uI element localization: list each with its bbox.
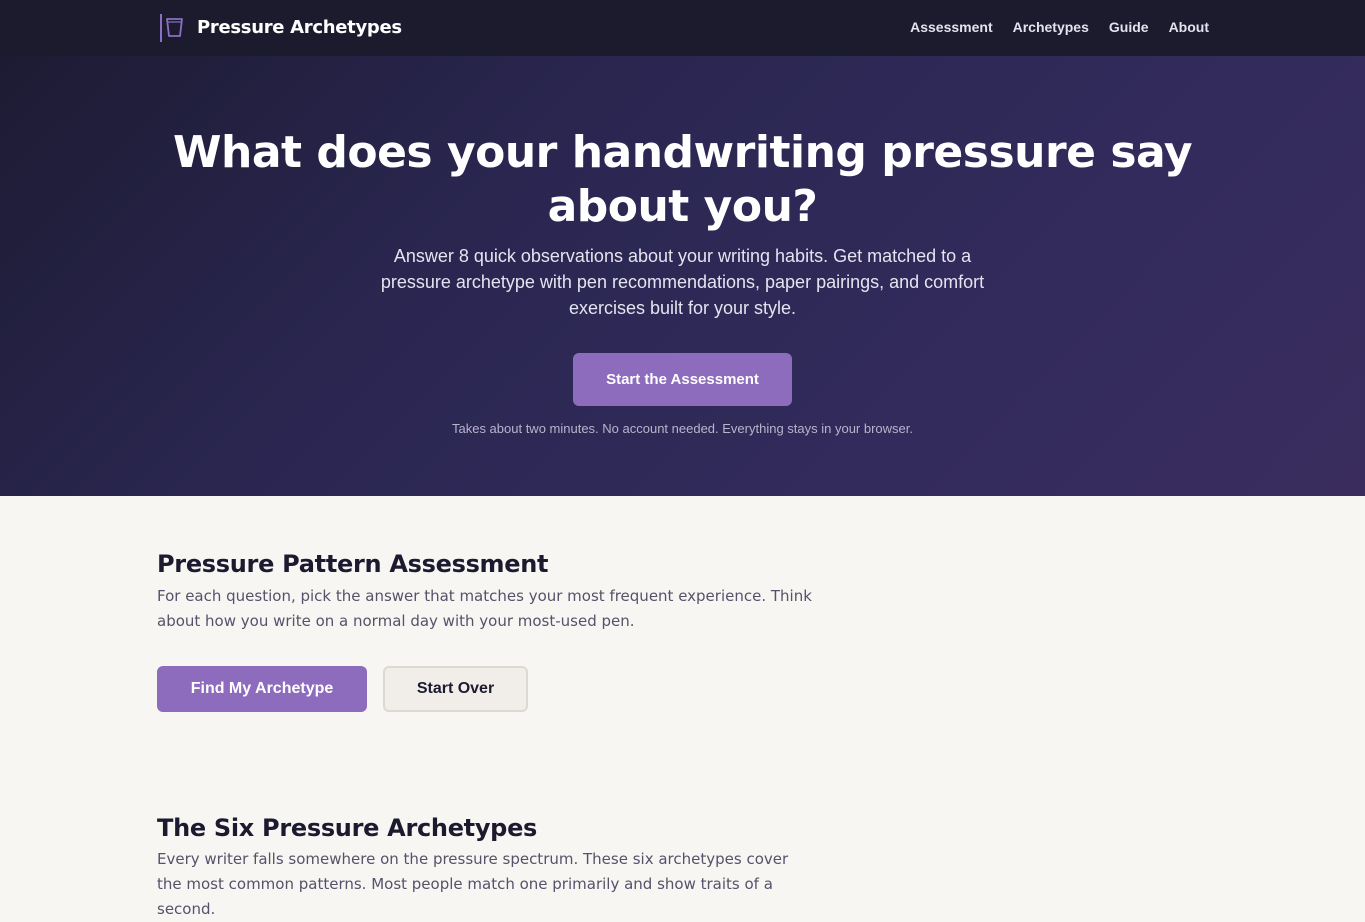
start-over-button[interactable]: Start Over [383, 666, 528, 712]
start-assessment-button[interactable]: Start the Assessment [573, 353, 792, 406]
main-nav: Assessment Archetypes Guide About [910, 19, 1209, 35]
cup-icon [160, 14, 183, 42]
assessment-title: Pressure Pattern Assessment [157, 550, 549, 578]
hero-section: What does your handwriting pressure say … [0, 56, 1365, 496]
archetypes-description: Every writer falls somewhere on the pres… [157, 850, 789, 918]
nav-archetypes[interactable]: Archetypes [1013, 19, 1089, 35]
nav-assessment[interactable]: Assessment [910, 19, 993, 35]
nav-guide[interactable]: Guide [1109, 19, 1149, 35]
hero-note: Takes about two minutes. No account need… [451, 421, 914, 436]
archetypes-title: The Six Pressure Archetypes [157, 814, 538, 842]
nav-about[interactable]: About [1169, 19, 1209, 35]
top-navigation-bar: Pressure Archetypes Assessment Archetype… [0, 0, 1365, 56]
find-archetype-button[interactable]: Find My Archetype [157, 666, 367, 712]
hero-title: What does your handwriting pressure say … [172, 127, 1193, 232]
hero-description: Answer 8 quick observations about your w… [380, 246, 985, 318]
brand-name: Pressure Archetypes [197, 17, 402, 38]
assessment-description: For each question, pick the answer that … [157, 587, 812, 630]
